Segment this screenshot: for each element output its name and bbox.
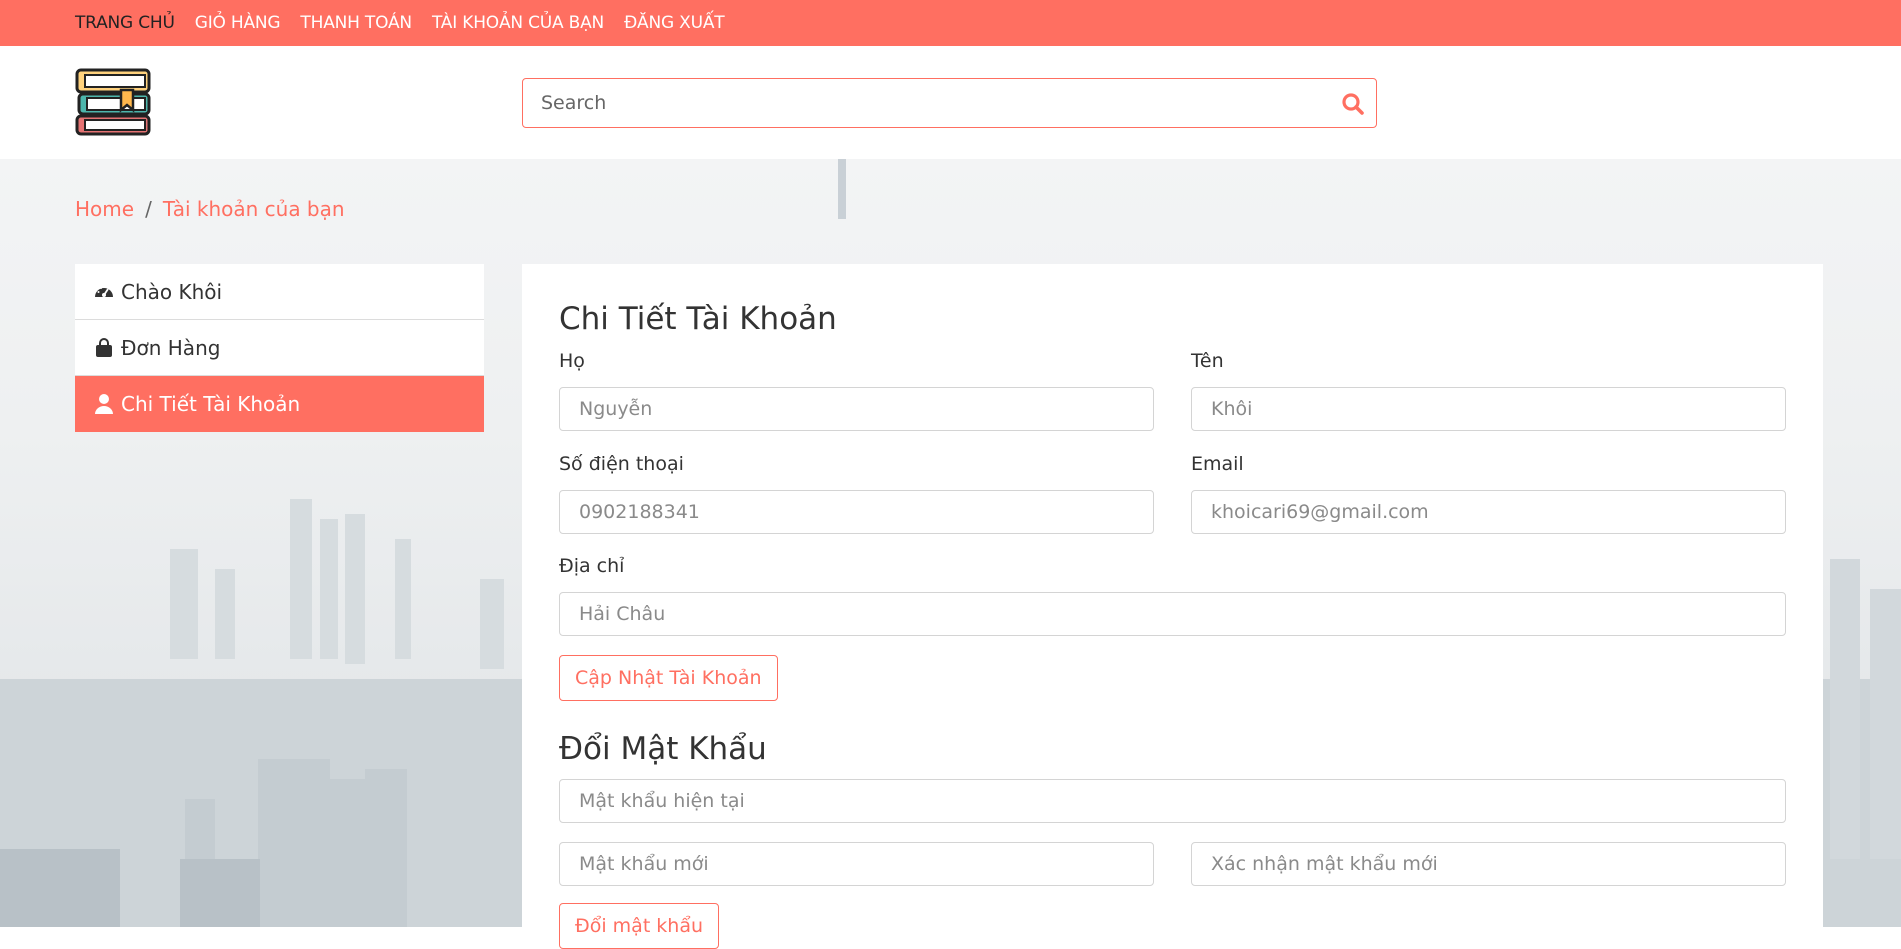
breadcrumb: Home / Tài khoản của bạn: [75, 197, 345, 221]
phone-field: [559, 490, 1154, 534]
change-password-button[interactable]: Đổi mật khẩu: [559, 903, 720, 949]
sidebar-item-label: Chào Khôi: [121, 279, 223, 304]
sidebar-item-orders[interactable]: Đơn Hàng: [75, 320, 484, 376]
email-input[interactable]: [1192, 491, 1785, 533]
address-label: Địa chỉ: [559, 555, 625, 577]
sidebar-item-label: Đơn Hàng: [121, 335, 221, 360]
sidebar-item-account-details[interactable]: Chi Tiết Tài Khoản: [75, 376, 484, 432]
email-field: [1191, 490, 1786, 534]
change-password-title: Đổi Mật Khẩu: [559, 731, 767, 767]
top-navigation: TRANG CHỦ GIỎ HÀNG THANH TOÁN TÀI KHOẢN …: [0, 0, 1901, 46]
phone-input[interactable]: [560, 491, 1153, 533]
new-password-input[interactable]: [560, 843, 1153, 885]
current-password-input[interactable]: [560, 780, 1785, 822]
sidebar-item-label: Chi Tiết Tài Khoản: [121, 392, 301, 416]
search-input[interactable]: [523, 79, 1323, 127]
nav-home[interactable]: TRANG CHỦ: [75, 13, 175, 33]
search-icon[interactable]: [1340, 91, 1366, 117]
last-name-field: [559, 387, 1154, 431]
address-input[interactable]: [560, 593, 1785, 635]
books-logo-icon[interactable]: [75, 64, 151, 140]
sidebar-item-dashboard[interactable]: Chào Khôi: [75, 264, 484, 320]
confirm-password-input[interactable]: [1192, 843, 1785, 885]
breadcrumb-current: Tài khoản của bạn: [162, 197, 345, 221]
nav-logout[interactable]: ĐĂNG XUẤT: [624, 13, 725, 33]
new-password-field: [559, 842, 1154, 886]
site-header: [0, 46, 1901, 159]
first-name-input[interactable]: [1192, 388, 1785, 430]
last-name-label: Họ: [559, 350, 585, 372]
current-password-field: [559, 779, 1786, 823]
confirm-password-field: [1191, 842, 1786, 886]
nav-checkout[interactable]: THANH TOÁN: [300, 13, 412, 33]
update-account-button[interactable]: Cập Nhật Tài Khoản: [559, 655, 778, 701]
search-box: [522, 78, 1377, 128]
breadcrumb-home[interactable]: Home: [75, 197, 134, 221]
user-icon: [93, 393, 115, 415]
first-name-field: [1191, 387, 1786, 431]
account-sidebar: Chào Khôi Đơn Hàng Chi Tiết Tài Khoản: [75, 264, 484, 432]
account-panel: Chi Tiết Tài Khoản Họ Tên Số điện thoại …: [522, 264, 1823, 949]
address-field: [559, 592, 1786, 636]
dashboard-icon: [93, 281, 115, 303]
first-name-label: Tên: [1191, 350, 1224, 372]
last-name-input[interactable]: [560, 388, 1153, 430]
account-details-title: Chi Tiết Tài Khoản: [559, 301, 837, 337]
email-label: Email: [1191, 453, 1244, 475]
breadcrumb-separator: /: [145, 197, 152, 221]
phone-label: Số điện thoại: [559, 453, 684, 475]
shopping-bag-icon: [93, 337, 115, 359]
nav-cart[interactable]: GIỎ HÀNG: [195, 13, 281, 33]
nav-account[interactable]: TÀI KHOẢN CỦA BẠN: [432, 13, 604, 33]
